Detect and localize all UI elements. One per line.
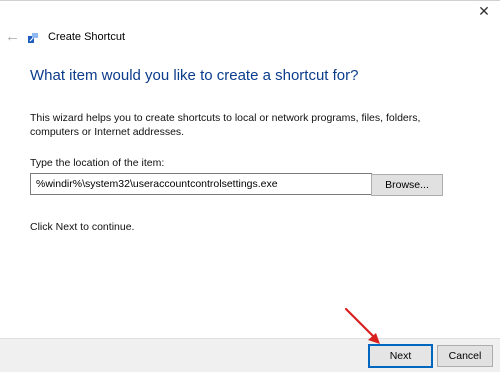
page-heading: What item would you like to create a sho…: [30, 67, 359, 84]
wizard-description: This wizard helps you to create shortcut…: [30, 112, 421, 138]
location-input[interactable]: [30, 173, 372, 195]
shortcut-wizard-icon: [28, 33, 38, 43]
cancel-button[interactable]: Cancel: [437, 345, 493, 367]
close-icon[interactable]: ✕: [474, 1, 494, 21]
red-arrow-annotation: [344, 307, 380, 344]
location-label: Type the location of the item:: [30, 157, 165, 169]
continue-hint: Click Next to continue.: [30, 221, 135, 233]
back-arrow-icon[interactable]: ←: [5, 29, 21, 45]
window-title: Create Shortcut: [48, 31, 126, 43]
browse-button[interactable]: Browse...: [371, 174, 443, 196]
window-top-border: [0, 0, 500, 1]
